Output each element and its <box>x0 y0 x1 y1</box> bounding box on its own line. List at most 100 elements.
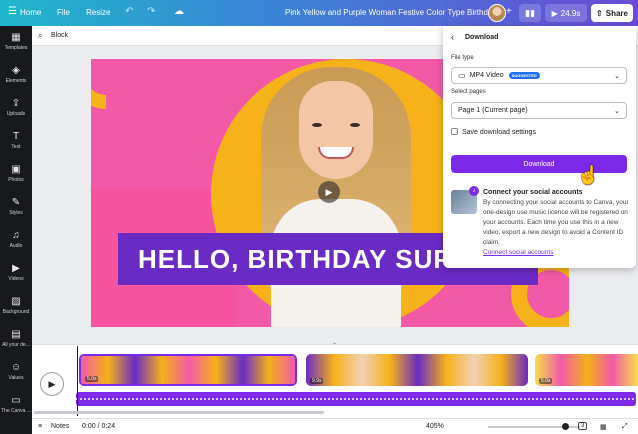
music-note-icon: ♪ <box>469 186 479 196</box>
zoom-level[interactable]: 405% <box>426 423 444 430</box>
bar-chart-icon: ▮▮ <box>525 7 535 18</box>
share-icon: ⇧ <box>596 8 603 18</box>
sidebar-item-text[interactable]: T Text <box>0 131 32 150</box>
notes-button[interactable]: Notes <box>51 423 69 430</box>
clip-duration: 9.9s <box>310 378 324 384</box>
sidebar-item-values[interactable]: ☺ Values <box>0 362 32 381</box>
back-arrow-icon[interactable]: ‹ <box>451 32 454 42</box>
video-file-icon: ▭ <box>458 71 466 80</box>
timeline-clip[interactable]: 5.0s <box>79 354 297 386</box>
select-pages-label: Select pages <box>451 89 486 95</box>
chevron-down-icon: ⌄ <box>614 108 620 115</box>
sidebar-item-canva-folder[interactable]: ▭ The Canva ... <box>0 395 32 414</box>
time-readout: 0:00 / 0:24 <box>82 423 116 430</box>
sidebar-item-label: All your de... <box>2 342 30 348</box>
present-play-button[interactable]: ▶ 24.9s <box>545 4 587 22</box>
stats-button[interactable]: ▮▮ <box>519 4 541 22</box>
sidebar-item-all-designs[interactable]: ▤ All your de... <box>0 329 32 348</box>
save-settings-checkbox[interactable] <box>451 128 458 135</box>
templates-icon: ▦ <box>11 32 21 43</box>
fullscreen-icon[interactable]: ⤢ <box>622 423 628 431</box>
add-collaborator-icon[interactable]: + <box>506 6 512 17</box>
select-pages-dropdown[interactable]: Page 1 (Current page) ⌄ <box>451 102 627 119</box>
block-label[interactable]: Block <box>51 32 68 39</box>
social-body: By connecting your social accounts to Ca… <box>483 199 629 246</box>
video-play-button[interactable]: ▶ <box>318 181 340 203</box>
cloud-save-icon[interactable]: ☁ <box>174 6 184 17</box>
zoom-slider-handle[interactable] <box>562 423 569 430</box>
sidebar-item-photos[interactable]: ▣ Photos <box>0 164 32 183</box>
timeline-clip[interactable]: 9.9s <box>306 354 528 386</box>
sidebar-item-templates[interactable]: ▦ Templates <box>0 32 32 51</box>
avatar[interactable] <box>488 4 506 22</box>
audio-waveform <box>76 398 636 400</box>
background-icon: ▨ <box>11 296 21 307</box>
resize-button[interactable]: Resize <box>86 8 110 17</box>
sidebar-item-label: Values <box>8 375 24 381</box>
panel-title: Download <box>465 34 499 41</box>
all-designs-icon: ▤ <box>11 329 21 340</box>
sidebar-item-label: Styles <box>9 210 23 216</box>
sidebar-item-label: Templates <box>4 45 28 51</box>
collapse-handle-icon[interactable]: ⌃ <box>332 342 337 349</box>
sidebar-item-label: Photos <box>8 177 24 183</box>
page-count[interactable]: 3 <box>578 422 588 430</box>
notes-icon[interactable]: ≡ <box>38 423 42 430</box>
elements-icon: ◈ <box>12 65 20 76</box>
file-menu[interactable]: File <box>57 8 70 17</box>
yellow-arc-shape <box>91 59 156 124</box>
sidebar-item-label: Background <box>2 309 30 315</box>
download-button[interactable]: Download <box>451 155 627 173</box>
audio-icon: ♫ <box>12 230 20 241</box>
uploads-icon: ⇪ <box>11 98 21 109</box>
sidebar-item-elements[interactable]: ◈ Elements <box>0 65 32 84</box>
videos-icon: ▶ <box>12 263 20 274</box>
sidebar-item-audio[interactable]: ♫ Audio <box>0 230 32 249</box>
chevron-down-icon: ⌄ <box>614 73 620 80</box>
text-icon: T <box>12 131 20 142</box>
share-label: Share <box>605 8 628 18</box>
photos-icon: ▣ <box>11 164 21 175</box>
suggested-badge: SUGGESTED <box>508 72 540 79</box>
clip-duration: 5.0s <box>539 378 553 384</box>
sidebar-item-label: Elements <box>5 78 27 84</box>
save-settings-label: Save download settings <box>462 129 536 136</box>
sidebar-item-label: Uploads <box>6 111 26 117</box>
values-icon: ☺ <box>10 362 22 373</box>
audio-track[interactable] <box>76 392 636 406</box>
sidebar-item-background[interactable]: ▨ Background <box>0 296 32 315</box>
sidebar-item-styles[interactable]: ✎ Styles <box>0 197 32 216</box>
share-button[interactable]: ⇧ Share <box>591 4 633 22</box>
home-button[interactable]: Home <box>20 8 41 17</box>
menu-icon[interactable]: ☰ <box>8 6 17 17</box>
bottom-bar: ≡ Notes 0:00 / 0:24 405% 3 ▦ ⤢ <box>32 418 638 434</box>
social-title: Connect your social accounts <box>483 189 583 196</box>
download-panel: ‹ Download File type ▭ MP4 Video SUGGEST… <box>443 26 636 268</box>
folder-icon: ▭ <box>11 395 21 406</box>
select-pages-value: Page 1 (Current page) <box>458 107 528 114</box>
document-title[interactable]: Pink Yellow and Purple Woman Festive Col… <box>285 8 505 17</box>
play-icon: ▶ <box>325 186 333 197</box>
sidebar-item-uploads[interactable]: ⇪ Uploads <box>0 98 32 117</box>
timeline-scrollbar[interactable] <box>34 411 324 414</box>
left-sidebar: ▦ Templates ◈ Elements ⇪ Uploads T Text ▣ Pho… <box>0 26 32 434</box>
redo-icon[interactable]: ↷ <box>147 6 155 17</box>
sidebar-item-label: Audio <box>9 243 23 249</box>
hand-cursor-icon: ☝ <box>577 165 600 185</box>
timeline-clip[interactable]: 5.0s <box>535 354 638 386</box>
connect-social-link[interactable]: Connect social accounts <box>483 249 553 256</box>
undo-icon[interactable]: ↶ <box>125 6 133 17</box>
sidebar-item-videos[interactable]: ▶ Videos <box>0 263 32 282</box>
play-icon: ▶ <box>551 8 558 18</box>
file-type-label: File type <box>451 55 474 61</box>
sidebar-item-label: The Canva ... <box>0 408 31 414</box>
file-type-value: MP4 Video <box>469 72 504 79</box>
grid-view-icon[interactable]: ▦ <box>600 423 607 431</box>
timeline-play-button[interactable]: ▶ <box>40 372 64 396</box>
block-icon[interactable]: ⌕ <box>38 31 42 41</box>
top-bar: ☰ Home File Resize ↶ ↷ ☁ Pink Yellow and… <box>0 0 638 26</box>
sidebar-item-label: Videos <box>8 276 24 282</box>
clip-duration: 5.0s <box>85 376 99 382</box>
file-type-select[interactable]: ▭ MP4 Video SUGGESTED ⌄ <box>451 67 627 84</box>
playhead[interactable] <box>77 346 78 416</box>
